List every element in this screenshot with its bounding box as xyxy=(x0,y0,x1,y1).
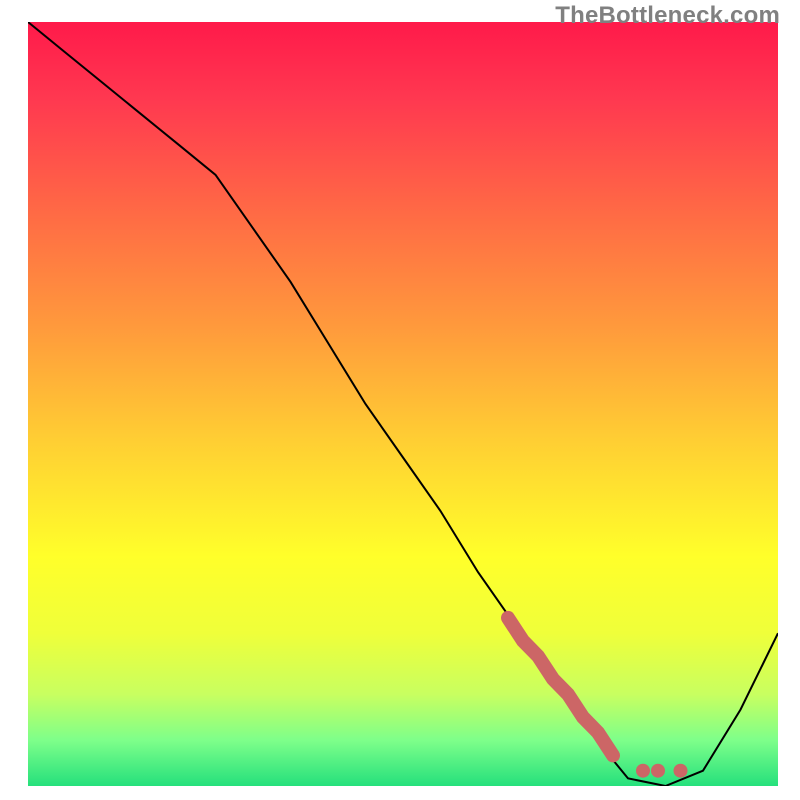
highlight-dot xyxy=(674,764,688,778)
chart-stage: TheBottleneck.com xyxy=(0,0,800,800)
watermark-text: TheBottleneck.com xyxy=(555,2,780,30)
chart-background xyxy=(28,22,778,786)
bottleneck-chart xyxy=(0,0,800,800)
series-highlight-dots xyxy=(636,764,688,778)
highlight-dot xyxy=(651,764,665,778)
highlight-dot xyxy=(636,764,650,778)
